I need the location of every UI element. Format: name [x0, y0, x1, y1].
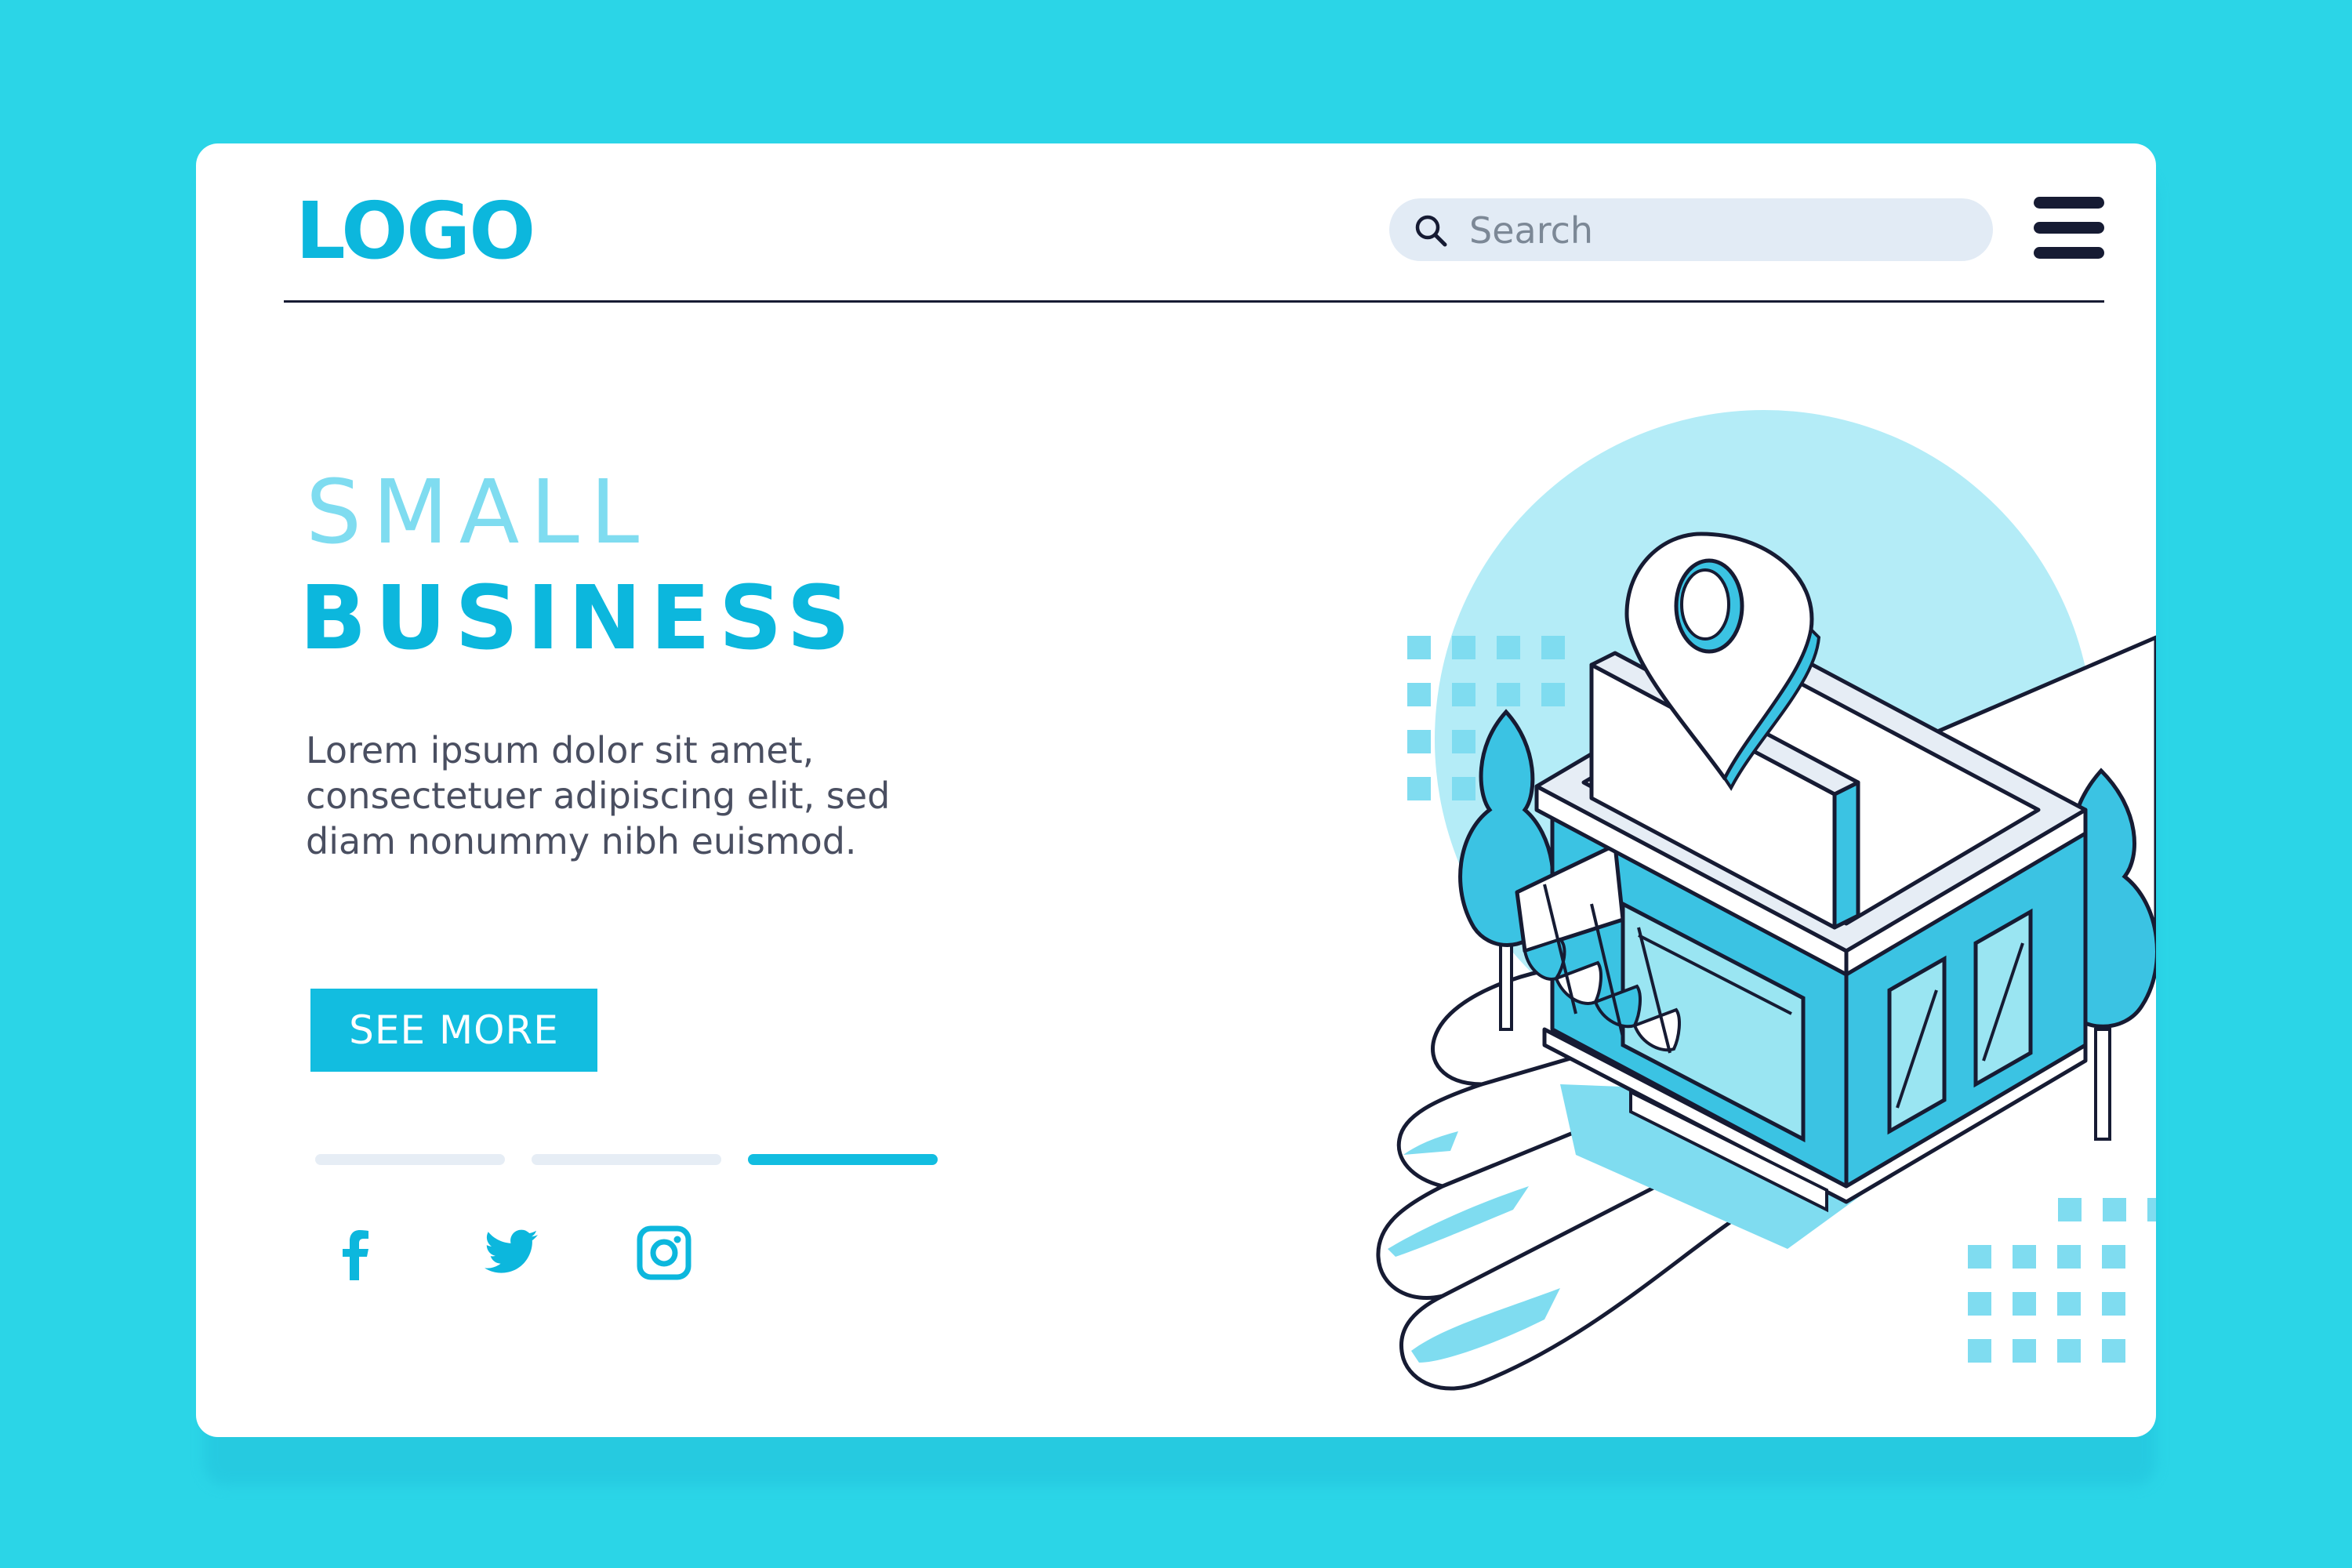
see-more-button[interactable]: SEE MORE [310, 989, 597, 1072]
twitter-icon[interactable] [475, 1218, 546, 1288]
hero-title-line1: SMALL [306, 462, 651, 564]
pagination-dot-2[interactable] [532, 1154, 721, 1165]
storefront-illustration [1376, 410, 2156, 1391]
pagination-dot-3[interactable] [748, 1154, 938, 1165]
search-input[interactable] [1468, 198, 1973, 263]
header-divider [284, 300, 2104, 303]
pagination-dot-1[interactable] [315, 1154, 505, 1165]
search-icon [1415, 215, 1447, 247]
instagram-icon[interactable] [629, 1218, 699, 1288]
hamburger-menu-icon[interactable] [2034, 197, 2104, 260]
hero-title-line2: BUSINESS [299, 568, 859, 670]
hero-description: Lorem ipsum dolor sit amet, consectetuer… [306, 729, 891, 862]
facebook-icon[interactable] [320, 1218, 390, 1288]
logo[interactable]: LOGO [296, 192, 535, 270]
search-bar[interactable] [1389, 198, 1993, 263]
landing-card: LOGO SMALL BUSINESS Lorem ipsum dolor si… [196, 143, 2156, 1437]
